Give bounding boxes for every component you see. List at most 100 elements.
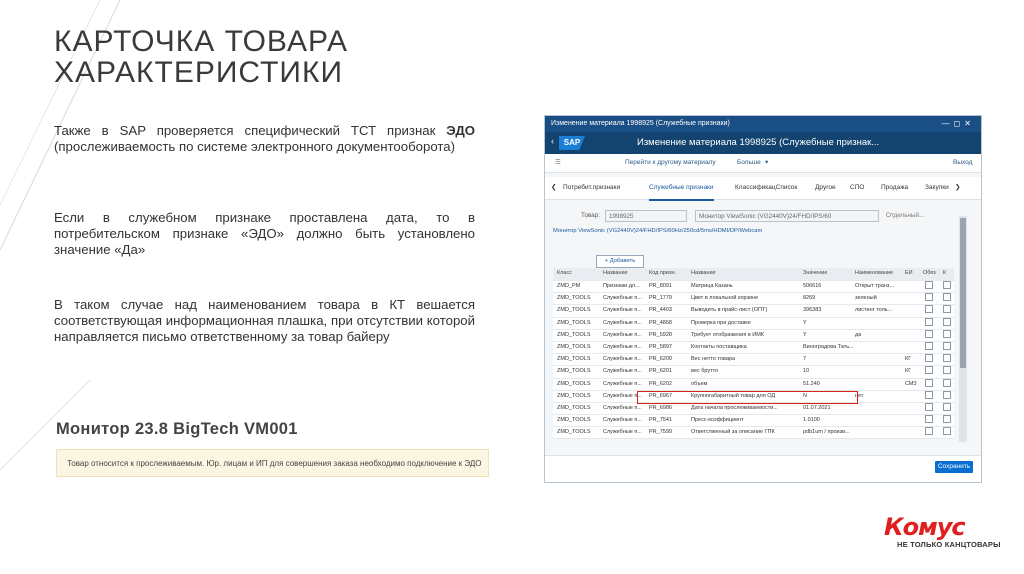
cell-val: pdb1um / произв...: [803, 429, 850, 436]
table-row[interactable]: ZMD_TOOLS Служебные п... PR_5897 Контакты п…: [553, 341, 954, 355]
col-value[interactable]: Значение: [803, 268, 827, 279]
required-checkbox[interactable]: [925, 366, 933, 375]
col-required[interactable]: Обяз: [923, 268, 936, 279]
k-checkbox[interactable]: [943, 329, 951, 338]
tab-prev-icon[interactable]: ❮: [551, 177, 556, 199]
col-value-name[interactable]: Наименование: [855, 268, 893, 279]
required-checkbox[interactable]: [925, 317, 933, 326]
cell-val: 506616: [803, 283, 822, 289]
table-row[interactable]: ZMD_TOOLS Служебные п... PR_4403 Выводить в…: [553, 305, 954, 318]
required-checkbox[interactable]: [925, 281, 933, 289]
cell-desc: Требует отображения в ИМК: [691, 331, 765, 338]
cell-unit: КГ: [905, 368, 912, 375]
cell-val: Y: [803, 319, 807, 326]
cell-cls: ZMD_TOOLS: [557, 307, 591, 314]
tab-consumer[interactable]: Потребит.признаки: [563, 177, 620, 199]
k-checkbox[interactable]: [943, 305, 951, 314]
cell-val: 01.07.2021: [803, 404, 831, 411]
tab-spo[interactable]: СПО: [850, 177, 864, 199]
tab-purchasing[interactable]: Закупки: [925, 177, 949, 199]
tab-other[interactable]: Другое: [815, 177, 836, 199]
tab-next-icon[interactable]: ❯: [955, 177, 960, 199]
cell-code: PR_8091: [649, 283, 672, 289]
required-checkbox[interactable]: [925, 329, 933, 338]
k-checkbox[interactable]: [943, 366, 951, 375]
k-checkbox[interactable]: [943, 415, 951, 424]
k-checkbox[interactable]: [943, 354, 951, 363]
table-row[interactable]: ZMD_TOOLS Служебные п... PR_7599 Ответствен…: [553, 427, 954, 440]
chevron-down-icon[interactable]: ▾: [765, 154, 768, 172]
k-checkbox[interactable]: [943, 293, 951, 302]
col-name[interactable]: Название: [603, 268, 628, 279]
goto-material-link[interactable]: Перейти к другому материалу: [625, 154, 716, 172]
cell-cls: ZMD_TOOLS: [557, 404, 591, 411]
product-label: Товар:: [581, 212, 600, 219]
k-checkbox[interactable]: [943, 317, 951, 326]
required-checkbox[interactable]: [925, 305, 933, 314]
sap-shellbar: SAP ‹ Изменение материала 1998925 (Служе…: [545, 132, 981, 154]
k-checkbox[interactable]: [943, 341, 951, 350]
k-checkbox[interactable]: [943, 427, 951, 436]
exit-button[interactable]: Выход: [953, 154, 972, 172]
tab-sales[interactable]: Продажа: [881, 177, 908, 199]
col-description[interactable]: Название: [691, 268, 716, 279]
required-checkbox[interactable]: [925, 378, 933, 387]
tab-strip: ❮ Потребит.признаки Служебные признаки К…: [545, 177, 981, 201]
more-menu[interactable]: Больше: [737, 154, 761, 172]
cell-cls: ZMD_PM: [557, 283, 581, 289]
table-row[interactable]: ZMD_TOOLS Служебные п... PR_6986 Дата начал…: [553, 402, 954, 416]
back-arrow-icon[interactable]: ‹: [551, 136, 554, 146]
page-title-line1: КАРТОЧКА ТОВАРА: [54, 25, 348, 58]
table-row[interactable]: ZMD_TOOLS Служебные п... PR_4868 Проверка п…: [553, 317, 954, 330]
characteristics-table: Класс Название Код призн. Название Значе…: [553, 268, 954, 440]
col-unit[interactable]: ЕИ: [905, 268, 913, 279]
required-checkbox[interactable]: [925, 402, 933, 411]
col-k[interactable]: К: [943, 268, 946, 279]
table-row[interactable]: ZMD_PM Признаки дл... PR_8091 Матрица Казан…: [553, 281, 954, 294]
required-checkbox[interactable]: [925, 390, 933, 399]
k-checkbox[interactable]: [943, 378, 951, 387]
cell-desc: Пресс-коэффициент: [691, 417, 744, 424]
cell-name: Служебные п...: [603, 319, 642, 326]
k-checkbox[interactable]: [943, 281, 951, 289]
product-number-field[interactable]: 1998925: [605, 210, 687, 222]
cell-name: Служебные п...: [603, 307, 642, 314]
product-field-row: Товар: 1998925 Монитор ViewSonic (VG2440…: [545, 210, 975, 224]
cell-cls: ZMD_TOOLS: [557, 295, 591, 302]
sap-toolbar: ☰ Перейти к другому материалу Больше ▾ В…: [545, 154, 981, 173]
k-checkbox[interactable]: [943, 390, 951, 399]
k-checkbox[interactable]: [943, 402, 951, 411]
col-class[interactable]: Класс: [557, 268, 572, 279]
cell-desc: объем: [691, 380, 708, 387]
paragraph-edo-bold: ЭДО: [446, 123, 475, 138]
cell-code: PR_7541: [649, 417, 672, 424]
table-row[interactable]: ZMD_TOOLS Служебные п... PR_5928 Требует от…: [553, 329, 954, 342]
add-button[interactable]: + Добавить: [596, 255, 644, 268]
paragraph-edo-post: (прослеживаемость по системе электронног…: [54, 139, 455, 154]
tab-classification[interactable]: КлассификацСписок: [735, 177, 797, 199]
required-checkbox[interactable]: [925, 354, 933, 363]
product-full-name-link[interactable]: Монитор ViewSonic (VG2440V)24/FHD/IPS/60…: [553, 228, 762, 234]
required-checkbox[interactable]: [925, 427, 933, 436]
required-checkbox[interactable]: [925, 293, 933, 302]
cell-cls: ZMD_TOOLS: [557, 429, 591, 436]
menu-icon[interactable]: ☰: [555, 154, 561, 172]
required-checkbox[interactable]: [925, 341, 933, 350]
table-scrollbar[interactable]: [959, 216, 967, 442]
cell-cls: ZMD_TOOLS: [557, 319, 591, 326]
cell-cls: ZMD_TOOLS: [557, 417, 591, 424]
product-name-field[interactable]: Монитор ViewSonic (VG2440V)24/FHD/IPS/60: [695, 210, 879, 222]
table-row[interactable]: ZMD_TOOLS Служебные п... PR_6202 объем 51.24…: [553, 378, 954, 391]
highlight-edo-date-row: [637, 391, 858, 404]
komus-logo: Комус НЕ ТОЛЬКО КАНЦТОВАРЫ: [884, 514, 1004, 554]
required-checkbox[interactable]: [925, 415, 933, 424]
table-row[interactable]: ZMD_TOOLS Служебные п... PR_7541 Пресс-коэф…: [553, 415, 954, 428]
tab-service[interactable]: Служебные признаки: [649, 177, 714, 201]
table-row[interactable]: ZMD_TOOLS Служебные п... PR_6200 Вес нетто …: [553, 354, 954, 367]
table-row[interactable]: ZMD_TOOLS Служебные п... PR_6201 вес брутто…: [553, 366, 954, 379]
table-row[interactable]: ZMD_TOOLS Служебные п... PR_1779 Цвет в лок…: [553, 293, 954, 306]
save-button[interactable]: Сохранить: [935, 461, 973, 473]
scrollbar-thumb[interactable]: [960, 218, 966, 368]
col-code[interactable]: Код призн.: [649, 268, 676, 279]
window-controls[interactable]: —◻✕: [942, 116, 975, 132]
